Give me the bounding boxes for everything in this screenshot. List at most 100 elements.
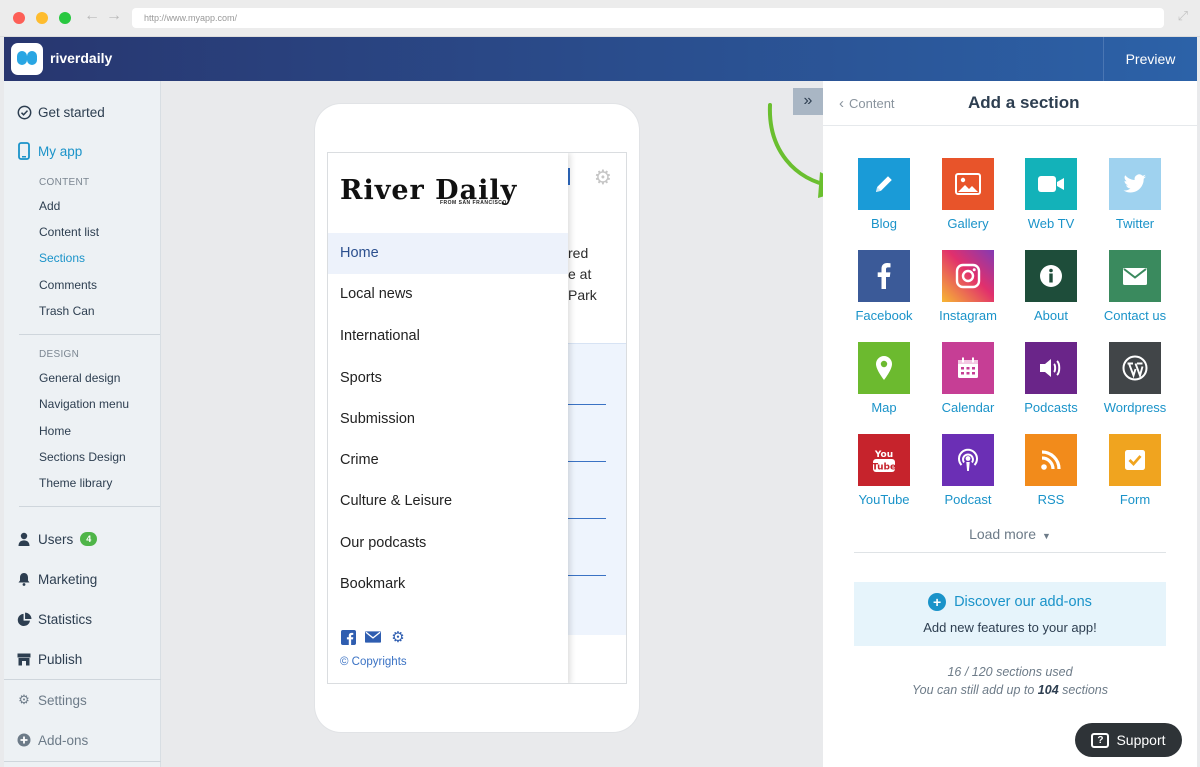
section-tile-about[interactable]: About bbox=[1009, 250, 1093, 323]
add-section-panel: ‹ Content Add a section Blog Gallery Web TV… bbox=[823, 81, 1197, 767]
sidebar-item-sections-design[interactable]: Sections Design bbox=[39, 450, 126, 464]
app-header: riverdaily Preview bbox=[4, 37, 1197, 81]
chat-bubble-icon: ? bbox=[1091, 732, 1110, 748]
section-tile-rss[interactable]: RSS bbox=[1009, 434, 1093, 507]
discover-addons-card[interactable]: + Discover our add-ons Add new features … bbox=[854, 582, 1166, 646]
divider bbox=[4, 679, 161, 680]
podcast-icon bbox=[942, 434, 994, 486]
addons-title: Discover our add-ons bbox=[954, 594, 1092, 610]
section-tile-form[interactable]: Form bbox=[1093, 434, 1177, 507]
twitter-bird-icon bbox=[1109, 158, 1161, 210]
gear-icon[interactable]: ⚙ bbox=[594, 165, 612, 190]
nav-get-started[interactable]: Get started bbox=[16, 104, 105, 120]
chevron-left-icon: ‹ bbox=[839, 95, 844, 112]
sidebar-item-trash-can[interactable]: Trash Can bbox=[39, 304, 95, 318]
speaker-icon bbox=[1025, 342, 1077, 394]
load-more-button[interactable]: Load more ▼ bbox=[854, 526, 1166, 553]
user-icon bbox=[16, 531, 32, 547]
nav-publish[interactable]: Publish bbox=[16, 651, 82, 667]
sidebar-item-home[interactable]: Home bbox=[39, 424, 71, 438]
menu-item-crime[interactable]: Crime bbox=[328, 440, 568, 481]
preview-button[interactable]: Preview bbox=[1103, 37, 1197, 81]
gear-icon[interactable]: ⚙ bbox=[390, 629, 406, 646]
nav-users[interactable]: Users 4 bbox=[16, 531, 98, 547]
minimize-window-button[interactable] bbox=[36, 12, 48, 24]
background-text: Park bbox=[568, 287, 597, 303]
background-text: red bbox=[568, 245, 589, 261]
checkbox-icon bbox=[1109, 434, 1161, 486]
sidebar-item-sections[interactable]: Sections bbox=[39, 251, 85, 265]
menu-item-bookmark[interactable]: Bookmark bbox=[328, 564, 568, 605]
nav-my-app[interactable]: My app bbox=[16, 142, 82, 160]
section-tile-instagram[interactable]: Instagram bbox=[926, 250, 1010, 323]
section-tile-label: RSS bbox=[1037, 492, 1065, 507]
section-tile-blog[interactable]: Blog bbox=[842, 158, 926, 231]
phone-icon bbox=[16, 142, 32, 160]
section-tile-label: Twitter bbox=[1115, 216, 1155, 231]
mail-icon[interactable] bbox=[365, 629, 381, 645]
maximize-window-button[interactable] bbox=[59, 12, 71, 24]
logo-subtitle: FROM SAN FRANCISCO bbox=[440, 200, 507, 206]
menu-item-submission[interactable]: Submission bbox=[328, 399, 568, 440]
sidebar-item-theme-library[interactable]: Theme library bbox=[39, 476, 112, 490]
bell-icon bbox=[16, 571, 32, 587]
content-section-label: CONTENT bbox=[39, 177, 90, 188]
divider bbox=[19, 334, 160, 335]
section-tile-label: Calendar bbox=[941, 400, 995, 415]
section-tile-podcasts[interactable]: Podcasts bbox=[1009, 342, 1093, 415]
section-tile-facebook[interactable]: Facebook bbox=[842, 250, 926, 323]
facebook-icon[interactable] bbox=[340, 629, 356, 645]
store-icon bbox=[16, 651, 32, 667]
rss-icon bbox=[1025, 434, 1077, 486]
section-tile-web-tv[interactable]: Web TV bbox=[1009, 158, 1093, 231]
section-tile-contact-us[interactable]: Contact us bbox=[1093, 250, 1177, 323]
sidebar-item-comments[interactable]: Comments bbox=[39, 278, 97, 292]
section-tile-youtube[interactable]: You Tube YouTube bbox=[842, 434, 926, 507]
menu-item-home[interactable]: Home bbox=[328, 233, 568, 274]
address-bar[interactable]: http://www.myapp.com/ bbox=[132, 8, 1164, 28]
section-tile-wordpress[interactable]: Wordpress bbox=[1093, 342, 1177, 415]
menu-item-our-podcasts[interactable]: Our podcasts bbox=[328, 523, 568, 564]
background-text: e at bbox=[568, 266, 592, 282]
check-circle-icon bbox=[16, 104, 32, 120]
wordpress-icon bbox=[1109, 342, 1161, 394]
section-tile-gallery[interactable]: Gallery bbox=[926, 158, 1010, 231]
gear-icon: ⚙ bbox=[18, 692, 30, 707]
section-tile-map[interactable]: Map bbox=[842, 342, 926, 415]
background-page: ⚙ red e at Park bbox=[568, 153, 626, 683]
sidebar-item-general-design[interactable]: General design bbox=[39, 371, 120, 385]
svg-text:You: You bbox=[874, 450, 893, 460]
phone-screen: ⚙ red e at Park River Daily FROM SAN FRA… bbox=[327, 152, 627, 684]
nav-settings[interactable]: ⚙ Settings bbox=[16, 692, 87, 708]
menu-item-local-news[interactable]: Local news bbox=[328, 274, 568, 315]
nav-statistics[interactable]: Statistics bbox=[16, 611, 92, 627]
browser-chrome: ← → http://www.myapp.com/ ⤢ bbox=[0, 0, 1200, 37]
menu-item-sports[interactable]: Sports bbox=[328, 358, 568, 399]
fullscreen-icon[interactable]: ⤢ bbox=[1178, 8, 1188, 24]
pie-chart-icon bbox=[16, 611, 32, 627]
forward-arrow-icon[interactable]: → bbox=[106, 7, 122, 25]
calendar-icon bbox=[942, 342, 994, 394]
menu-item-culture-leisure[interactable]: Culture & Leisure bbox=[328, 481, 568, 522]
back-to-content-button[interactable]: ‹ Content bbox=[839, 95, 895, 112]
sidebar-item-add[interactable]: Add bbox=[39, 199, 60, 213]
section-tile-podcast[interactable]: Podcast bbox=[926, 434, 1010, 507]
app-logo[interactable] bbox=[11, 43, 43, 75]
close-window-button[interactable] bbox=[13, 12, 25, 24]
nav-marketing[interactable]: Marketing bbox=[16, 571, 97, 587]
copyright-link[interactable]: © Copyrights bbox=[340, 656, 407, 668]
sidebar-item-navigation-menu[interactable]: Navigation menu bbox=[39, 397, 129, 411]
sidebar-item-content-list[interactable]: Content list bbox=[39, 225, 99, 239]
nav-add-ons[interactable]: Add-ons bbox=[16, 732, 88, 748]
envelope-icon bbox=[1109, 250, 1161, 302]
section-tile-calendar[interactable]: Calendar bbox=[926, 342, 1010, 415]
section-tile-label: Podcasts bbox=[1024, 400, 1078, 415]
back-arrow-icon[interactable]: ← bbox=[84, 7, 100, 25]
section-tile-label: Form bbox=[1119, 492, 1151, 507]
menu-item-international[interactable]: International bbox=[328, 316, 568, 357]
youtube-icon: You Tube bbox=[858, 434, 910, 486]
support-button[interactable]: ? Support bbox=[1075, 723, 1182, 757]
video-camera-icon bbox=[1025, 158, 1077, 210]
design-section-label: DESIGN bbox=[39, 349, 80, 360]
section-tile-twitter[interactable]: Twitter bbox=[1093, 158, 1177, 231]
